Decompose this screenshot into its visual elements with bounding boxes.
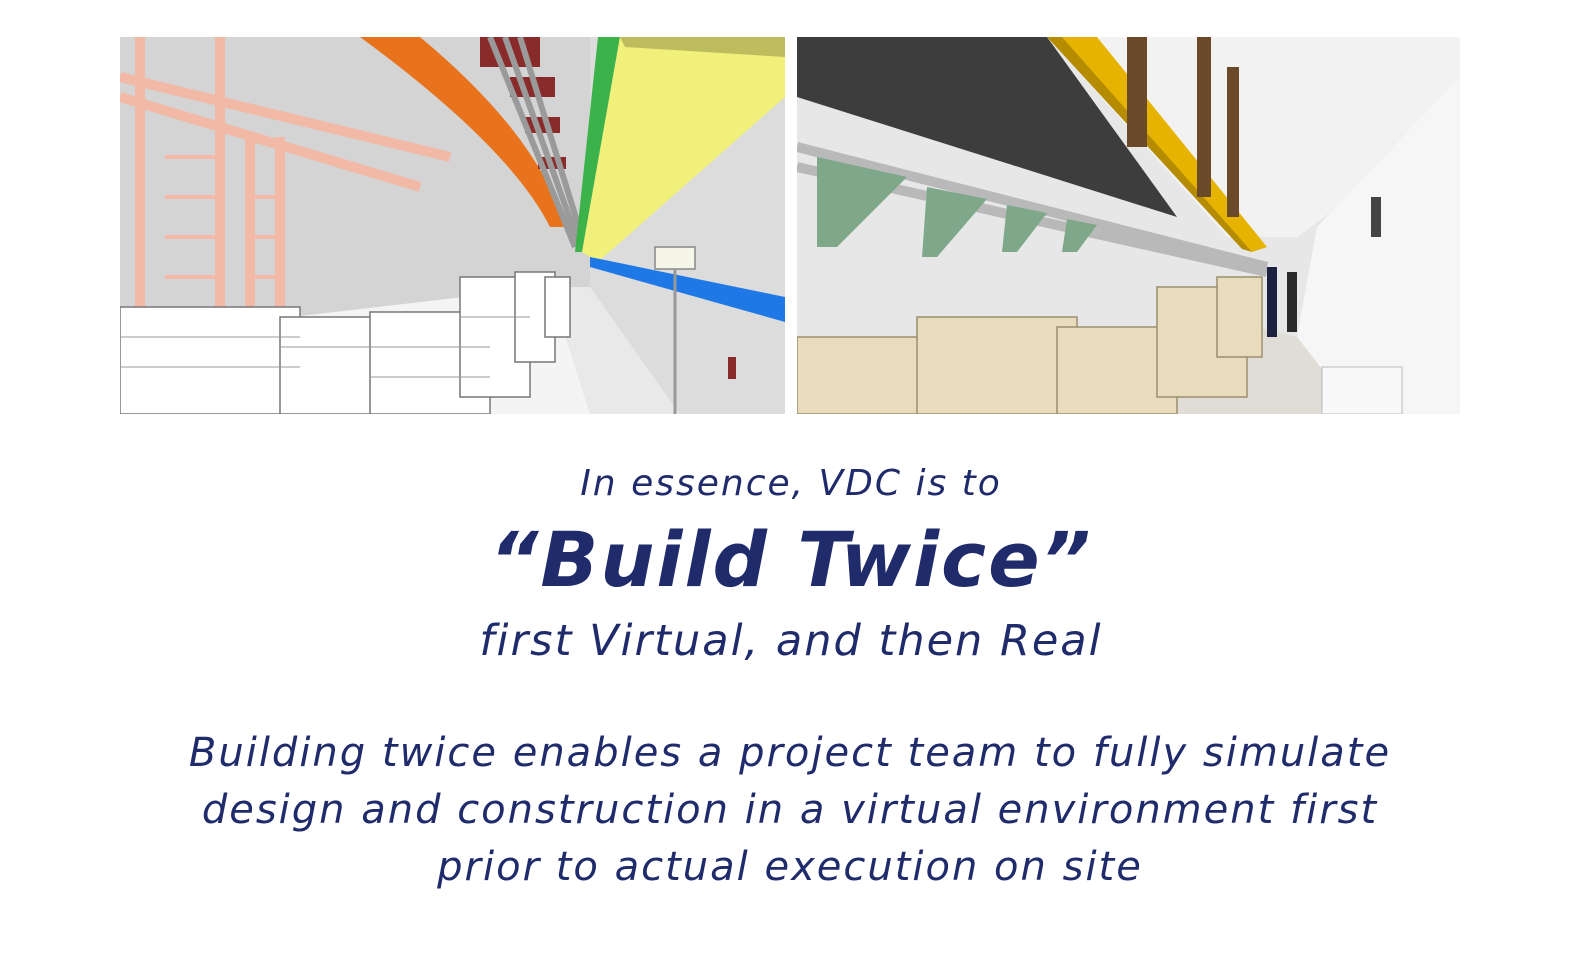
body-line: Building twice enables a project team to… <box>188 730 1392 776</box>
body-line: prior to actual execution on site <box>437 844 1143 890</box>
constructed-site-photo <box>797 37 1460 414</box>
intro-text: In essence, VDC is to <box>580 463 1002 504</box>
virtual-model-drawing <box>120 37 785 414</box>
virtual-model-image <box>120 37 785 414</box>
tagline: first Virtual, and then Real <box>479 616 1103 666</box>
constructed-site-drawing <box>797 37 1460 414</box>
headline: “Build Twice” <box>489 515 1093 604</box>
body-paragraph: Building twice enables a project team to… <box>120 725 1460 896</box>
body-line: design and construction in a virtual env… <box>201 787 1379 833</box>
image-comparison-row <box>120 37 1460 414</box>
